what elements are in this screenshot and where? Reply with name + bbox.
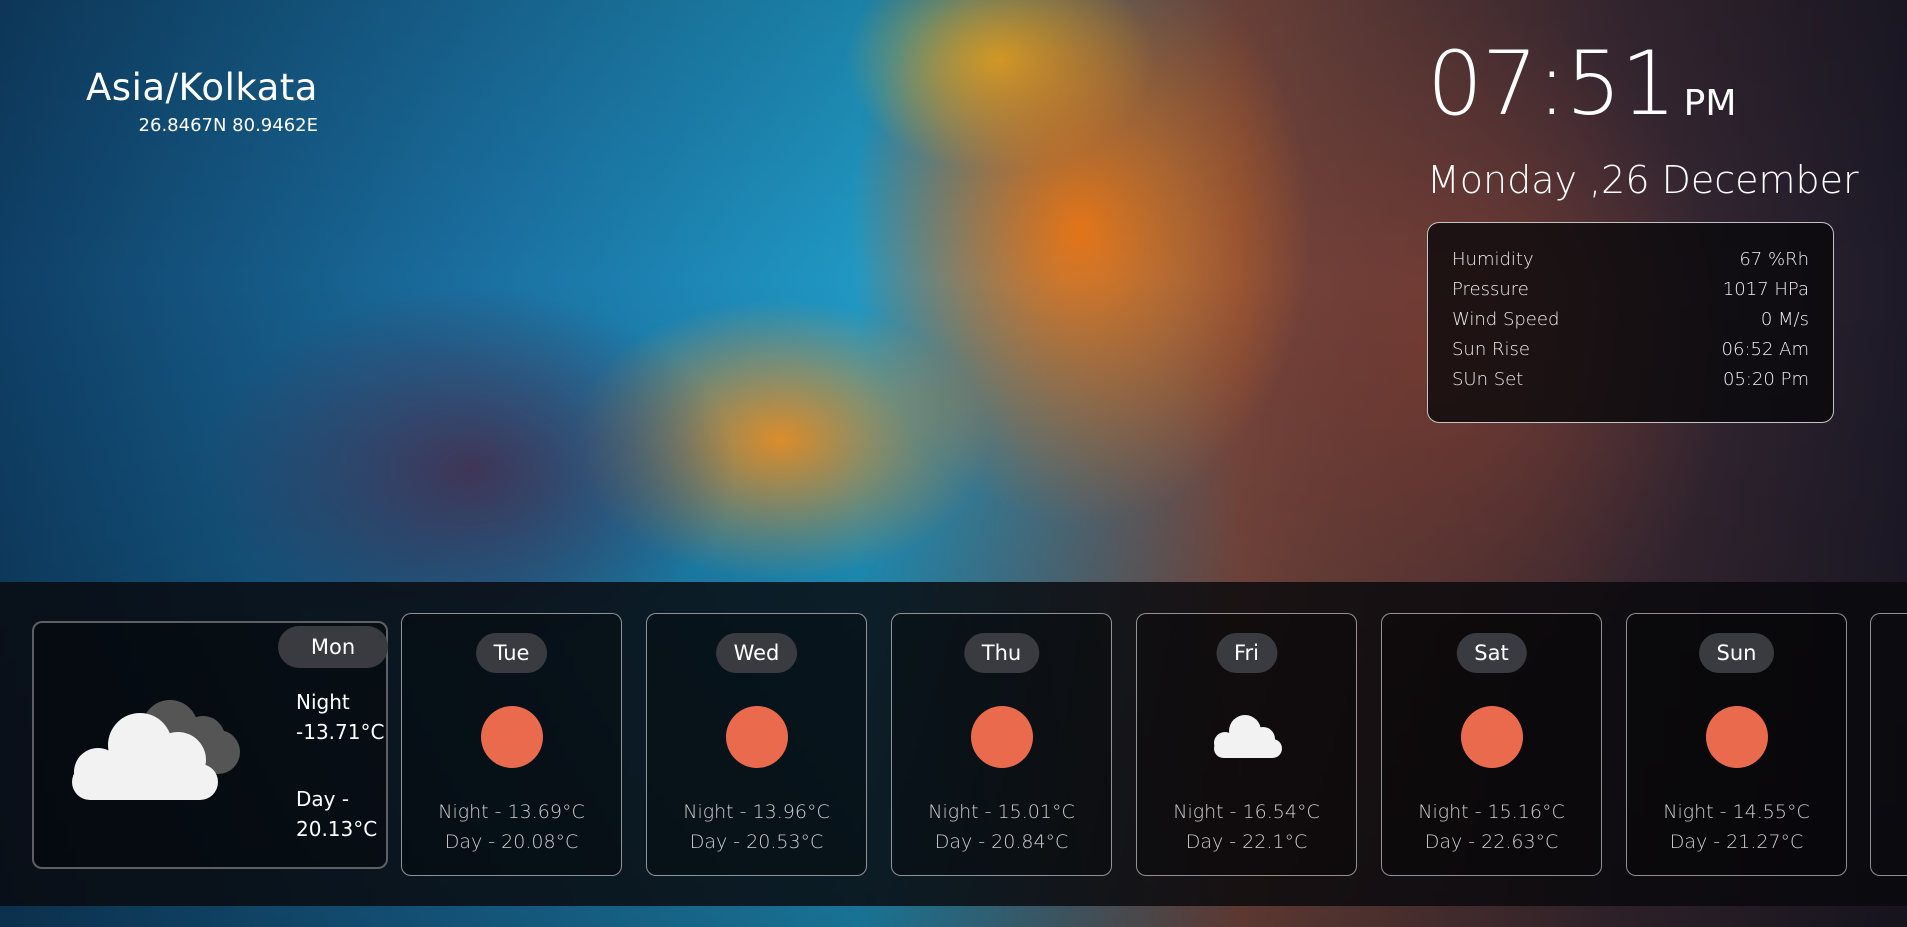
detail-label: Pressure — [1452, 279, 1529, 300]
detail-row-wind-speed: Wind Speed 0 M/s — [1452, 309, 1809, 339]
detail-row-sunrise: Sun Rise 06:52 Am — [1452, 339, 1809, 369]
forecast-day-label: Wed — [715, 633, 798, 673]
clock: 07:51 PM — [1427, 40, 1736, 128]
detail-value: 67 %Rh — [1739, 249, 1809, 270]
detail-value: 1017 HPa — [1722, 279, 1809, 300]
tab-today-mon[interactable]: Mon — [278, 626, 388, 668]
forecast-temps: Night - 13.69°C Day - 20.08°C — [402, 797, 621, 857]
forecast-day-temp: Day - 22.63°C — [1424, 831, 1559, 853]
forecast-card-sun[interactable]: Sun Night - 14.55°C Day - 21.27°C — [1626, 613, 1847, 876]
forecast-night-temp: Night - 15.01°C — [928, 801, 1075, 823]
forecast-day-label: Fri — [1215, 633, 1278, 673]
cloud-icon — [1214, 715, 1282, 758]
detail-label: Humidity — [1452, 249, 1534, 270]
today-night-temp: Night -13.71°C — [296, 687, 384, 747]
today-night-label: Night — [296, 690, 350, 714]
forecast-night-temp: Night - 13.69°C — [438, 801, 585, 823]
detail-label: SUn Set — [1452, 369, 1524, 390]
forecast-day-temp: Day - 20.84°C — [934, 831, 1069, 853]
forecast-card-wed[interactable]: Wed Night - 13.96°C Day - 20.53°C — [646, 613, 867, 876]
detail-label: Sun Rise — [1452, 339, 1530, 360]
forecast-day-label: Thu — [963, 633, 1040, 673]
cloudy-icon — [72, 700, 240, 800]
forecast-day-temp: Day - 22.1°C — [1185, 831, 1308, 853]
detail-row-sunset: SUn Set 05:20 Pm — [1452, 369, 1809, 399]
timezone-label: Asia/Kolkata — [86, 66, 318, 109]
forecast-card-thu[interactable]: Thu Night - 15.01°C Day - 20.84°C — [891, 613, 1112, 876]
forecast-night-temp: Night - 15.16°C — [1418, 801, 1565, 823]
forecast-day-temp: Day - 21.27°C — [1669, 831, 1804, 853]
detail-value: 0 M/s — [1760, 309, 1809, 330]
forecast-temps: Night - 15.01°C Day - 20.84°C — [892, 797, 1111, 857]
forecast-night-temp: Night - 13.96°C — [683, 801, 830, 823]
forecast-day-temp: Day - 20.53°C — [689, 831, 824, 853]
today-day-value: 20.13°C — [296, 817, 378, 841]
forecast-day-label: Tue — [475, 633, 548, 673]
today-night-value: -13.71°C — [296, 720, 385, 744]
detail-row-pressure: Pressure 1017 HPa — [1452, 279, 1809, 309]
forecast-night-temp: Night - 16.54°C — [1173, 801, 1320, 823]
sun-icon — [1705, 706, 1768, 768]
forecast-night-temp: Night - 14.55°C — [1663, 801, 1810, 823]
clock-time: 07:51 — [1427, 32, 1677, 135]
detail-label: Wind Speed — [1452, 309, 1560, 330]
detail-value: 06:52 Am — [1721, 339, 1809, 360]
weather-details-panel: Humidity 67 %Rh Pressure 1017 HPa Wind S… — [1427, 222, 1834, 423]
forecast-card-partial[interactable] — [1870, 613, 1907, 876]
sun-icon — [1460, 706, 1523, 768]
forecast-card-fri[interactable]: Fri Night - 16.54°C Day - 22.1°C — [1136, 613, 1357, 876]
sun-icon — [725, 706, 788, 768]
today-day-label: Day - — [296, 787, 350, 811]
forecast-temps: Night - 16.54°C Day - 22.1°C — [1137, 797, 1356, 857]
sun-icon — [970, 706, 1033, 768]
forecast-day-label: Sun — [1698, 633, 1775, 673]
forecast-day-label: Sat — [1456, 633, 1527, 673]
clock-ampm: PM — [1683, 83, 1737, 124]
detail-row-humidity: Humidity 67 %Rh — [1452, 249, 1809, 279]
forecast-temps: Night - 13.96°C Day - 20.53°C — [647, 797, 866, 857]
coordinates-label: 26.8467N 80.9462E — [138, 115, 318, 136]
location-block: Asia/Kolkata 26.8467N 80.9462E — [86, 66, 318, 136]
forecast-card-tue[interactable]: Tue Night - 13.69°C Day - 20.08°C — [401, 613, 622, 876]
forecast-day-temp: Day - 20.08°C — [444, 831, 579, 853]
forecast-temps: Night - 15.16°C Day - 22.63°C — [1382, 797, 1601, 857]
date-label: Monday ,26 December — [1427, 158, 1859, 202]
detail-value: 05:20 Pm — [1723, 369, 1809, 390]
forecast-temps: Night - 14.55°C Day - 21.27°C — [1627, 797, 1846, 857]
sun-icon — [480, 706, 543, 768]
today-day-temp: Day - 20.13°C — [296, 784, 377, 844]
forecast-card-sat[interactable]: Sat Night - 15.16°C Day - 22.63°C — [1381, 613, 1602, 876]
